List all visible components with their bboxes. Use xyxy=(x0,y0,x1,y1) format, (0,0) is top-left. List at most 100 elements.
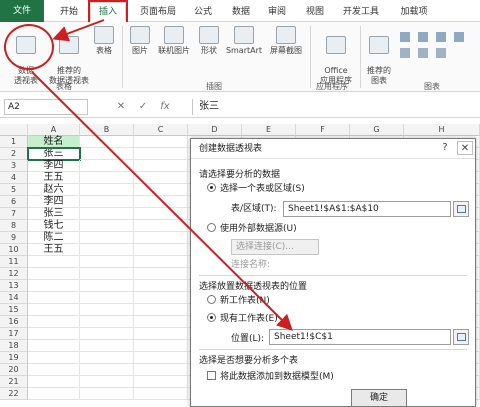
grid-cell[interactable] xyxy=(80,148,134,160)
grid-cell[interactable] xyxy=(28,304,80,316)
grid-cell[interactable] xyxy=(28,292,80,304)
grid-cell[interactable]: 王五 xyxy=(28,244,80,256)
grid-cell[interactable] xyxy=(80,184,134,196)
row-header[interactable]: 1 xyxy=(0,136,28,148)
grid-cell[interactable] xyxy=(134,232,188,244)
location-input[interactable]: Sheet1!$C$1 xyxy=(269,329,451,345)
grid-cell[interactable] xyxy=(134,172,188,184)
smartart-button[interactable]: SmartArt xyxy=(224,26,264,56)
grid-cell[interactable] xyxy=(80,316,134,328)
column-header[interactable]: H xyxy=(404,124,480,136)
grid-cell[interactable] xyxy=(28,280,80,292)
row-header[interactable]: 3 xyxy=(0,160,28,172)
select-all-corner[interactable] xyxy=(0,124,28,136)
column-header[interactable]: C xyxy=(134,124,188,136)
add-data-model-checkbox[interactable]: 将此数据添加到数据模型(M) xyxy=(207,371,334,383)
grid-cell[interactable]: 王五 xyxy=(28,172,80,184)
grid-cell[interactable] xyxy=(134,244,188,256)
tab-view[interactable]: 视图 xyxy=(300,4,330,20)
tab-file[interactable]: 文件 xyxy=(0,0,44,22)
row-header[interactable]: 5 xyxy=(0,184,28,196)
row-header[interactable]: 21 xyxy=(0,376,28,388)
grid-cell[interactable] xyxy=(134,136,188,148)
grid-cell[interactable] xyxy=(28,256,80,268)
range-picker-button[interactable] xyxy=(453,201,469,217)
grid-cell[interactable]: 钱七 xyxy=(28,220,80,232)
grid-cell[interactable] xyxy=(80,280,134,292)
grid-cell[interactable] xyxy=(28,316,80,328)
picture-button[interactable]: 图片 xyxy=(128,26,152,56)
grid-cell[interactable] xyxy=(80,244,134,256)
grid-cell[interactable] xyxy=(134,340,188,352)
column-header[interactable]: D xyxy=(188,124,242,136)
row-header[interactable]: 2 xyxy=(0,148,28,160)
grid-cell[interactable] xyxy=(134,208,188,220)
grid-cell[interactable]: 赵六 xyxy=(28,184,80,196)
grid-cell[interactable] xyxy=(80,268,134,280)
row-header[interactable]: 15 xyxy=(0,304,28,316)
grid-cell[interactable] xyxy=(134,268,188,280)
grid-cell[interactable] xyxy=(134,304,188,316)
row-header[interactable]: 4 xyxy=(0,172,28,184)
grid-cell[interactable]: 李四 xyxy=(28,160,80,172)
radio-external[interactable]: 使用外部数据源(U) xyxy=(207,223,297,235)
grid-cell[interactable] xyxy=(80,160,134,172)
grid-cell[interactable] xyxy=(80,340,134,352)
grid-cell[interactable] xyxy=(134,160,188,172)
grid-cell[interactable] xyxy=(134,220,188,232)
grid-cell[interactable] xyxy=(80,376,134,388)
row-header[interactable]: 18 xyxy=(0,340,28,352)
radio-existing-sheet[interactable]: 现有工作表(E) xyxy=(207,313,278,325)
grid-cell[interactable] xyxy=(134,184,188,196)
grid-cell[interactable] xyxy=(80,352,134,364)
cancel-icon[interactable]: ✕ xyxy=(110,99,132,115)
grid-cell[interactable] xyxy=(134,364,188,376)
table-button[interactable]: 表格 xyxy=(92,26,116,56)
tab-developer[interactable]: 开发工具 xyxy=(336,4,386,20)
grid-cell[interactable] xyxy=(28,268,80,280)
location-picker-button[interactable] xyxy=(453,329,469,345)
grid-cell[interactable] xyxy=(80,292,134,304)
column-header[interactable]: A xyxy=(28,124,80,136)
ok-button[interactable]: 确定 xyxy=(351,389,407,407)
row-header[interactable]: 12 xyxy=(0,268,28,280)
recommended-chart-button[interactable]: 推荐的 图表 xyxy=(364,26,394,86)
tab-data[interactable]: 数据 xyxy=(226,4,256,20)
grid-cell[interactable] xyxy=(28,352,80,364)
grid-cell[interactable] xyxy=(134,316,188,328)
row-header[interactable]: 14 xyxy=(0,292,28,304)
grid-cell[interactable] xyxy=(28,388,80,400)
grid-cell[interactable] xyxy=(80,136,134,148)
grid-cell[interactable] xyxy=(80,220,134,232)
row-header[interactable]: 8 xyxy=(0,220,28,232)
grid-cell[interactable]: 陈二 xyxy=(28,232,80,244)
close-button[interactable]: ✕ xyxy=(457,141,473,155)
row-header[interactable]: 11 xyxy=(0,256,28,268)
radio-table-range[interactable]: 选择一个表或区域(S) xyxy=(207,183,305,195)
grid-cell[interactable] xyxy=(80,388,134,400)
help-button[interactable]: ? xyxy=(437,141,453,155)
row-header[interactable]: 19 xyxy=(0,352,28,364)
grid-cell[interactable] xyxy=(80,304,134,316)
chart-types-gallery[interactable] xyxy=(398,28,474,72)
radio-new-sheet[interactable]: 新工作表(N) xyxy=(207,295,270,307)
row-header[interactable]: 16 xyxy=(0,316,28,328)
grid-cell[interactable] xyxy=(134,376,188,388)
range-input[interactable]: Sheet1!$A$1:$A$10 xyxy=(283,201,451,217)
tab-page-layout[interactable]: 页面布局 xyxy=(134,4,182,20)
fx-icon[interactable]: fx xyxy=(154,99,176,115)
row-header[interactable]: 9 xyxy=(0,232,28,244)
grid-cell[interactable] xyxy=(134,352,188,364)
check-icon[interactable]: ✓ xyxy=(132,99,154,115)
formula-input[interactable]: 张三 xyxy=(192,99,476,115)
row-header[interactable]: 17 xyxy=(0,328,28,340)
grid-cell[interactable] xyxy=(134,292,188,304)
tab-formulas[interactable]: 公式 xyxy=(188,4,218,20)
grid-cell[interactable] xyxy=(80,172,134,184)
grid-cell[interactable]: 李四 xyxy=(28,196,80,208)
grid-cell[interactable] xyxy=(134,280,188,292)
name-box[interactable]: A2 xyxy=(4,99,88,115)
tab-review[interactable]: 审阅 xyxy=(262,4,292,20)
grid-cell[interactable] xyxy=(80,196,134,208)
grid-cell[interactable] xyxy=(134,196,188,208)
